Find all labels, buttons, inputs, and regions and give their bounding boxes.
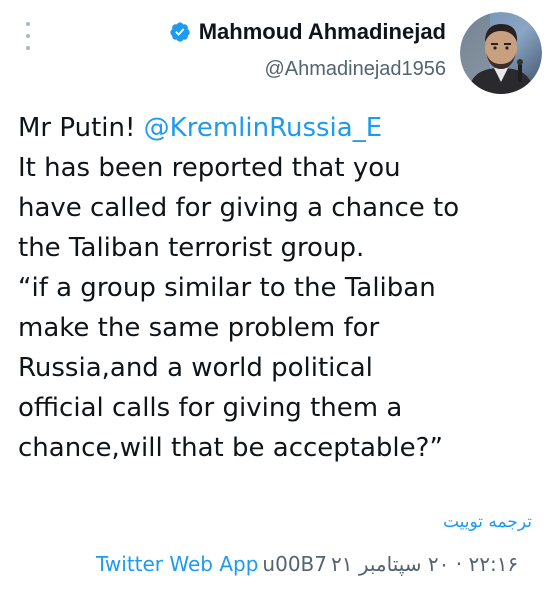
tweet-timestamp[interactable]: ۲۲:۱۶ · ۲۰ سپتامبر ۲۱ <box>331 552 518 576</box>
more-dot <box>26 22 30 26</box>
tweet-line: It has been reported that you <box>18 153 401 183</box>
tweet-line: Mr Putin! @KremlinRussia_E <box>18 108 544 148</box>
more-dot <box>26 46 30 50</box>
avatar[interactable] <box>460 12 542 94</box>
verified-badge-icon <box>170 22 190 42</box>
meta-separator: u00B7 <box>262 552 327 576</box>
author-handle[interactable]: @Ahmadinejad1956 <box>169 58 446 81</box>
avatar-image <box>460 12 542 94</box>
author-display-name[interactable]: Mahmoud Ahmadinejad <box>199 19 446 45</box>
tweet-text: Mr Putin! @KremlinRussia_E It has been r… <box>18 108 544 468</box>
tweet-line: the Taliban terrorist group. <box>18 233 365 263</box>
more-options-icon[interactable] <box>18 22 38 50</box>
translate-tweet-link[interactable]: ترجمه توییت <box>443 512 532 532</box>
tweet-line: “if a group similar to the Taliban <box>18 273 436 303</box>
tweet-line: Russia,and a world political <box>18 353 373 383</box>
tweet-header: Mahmoud Ahmadinejad @Ahmadinejad1956 <box>169 16 446 81</box>
tweet-line: have called for giving a chance to <box>18 193 460 223</box>
source-app-link[interactable]: Twitter Web App <box>96 552 258 576</box>
mention-link[interactable]: @KremlinRussia_E <box>144 113 382 143</box>
tweet-line: make the same problem for <box>18 313 380 343</box>
tweet-line: chance,will that be acceptable?” <box>18 433 443 463</box>
tweet-metadata: Twitter Web App u00B7 ۲۲:۱۶ · ۲۰ سپتامبر… <box>96 552 518 576</box>
name-row: Mahmoud Ahmadinejad <box>169 16 446 48</box>
greeting-text: Mr Putin! <box>18 113 144 143</box>
tweet-line: official calls for giving them a <box>18 393 403 423</box>
more-dot <box>26 34 30 38</box>
